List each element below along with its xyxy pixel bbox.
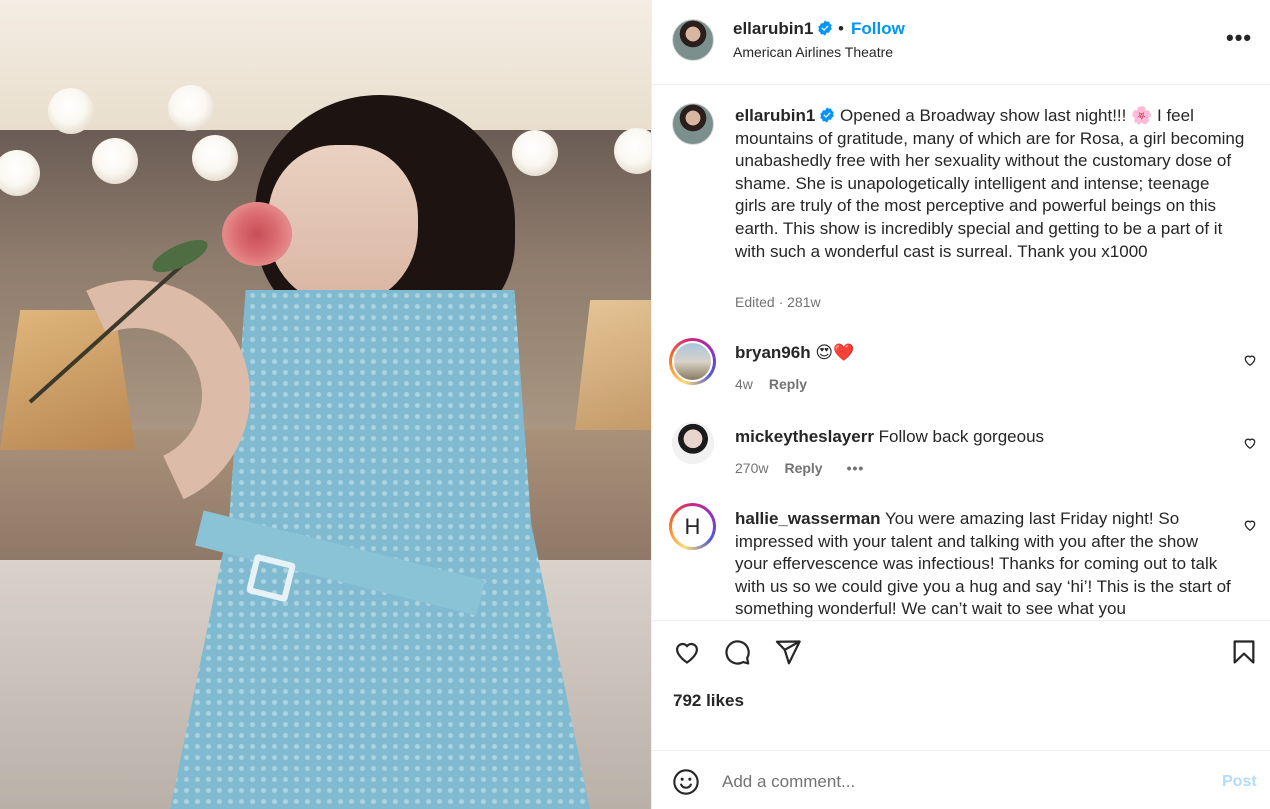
reply-button[interactable]: Reply [784, 460, 822, 476]
post-actions: 792 likes [652, 620, 1270, 750]
verified-icon [820, 107, 835, 123]
commenter-avatar[interactable] [672, 422, 714, 464]
comment-input[interactable] [722, 769, 1192, 795]
vanity-bulb [48, 88, 94, 134]
vanity-bulb [92, 138, 138, 184]
follow-button[interactable]: Follow [851, 19, 905, 39]
comment-age: 270w [735, 460, 769, 476]
like-comment-heart-icon[interactable] [1243, 353, 1257, 367]
comment-body: hallie_wasserman You were amazing last F… [735, 508, 1235, 620]
vanity-bulb [512, 130, 558, 176]
commenter-avatar[interactable] [669, 338, 716, 385]
comment-body: mickeytheslayerr Follow back gorgeous [735, 426, 1235, 449]
bookmark-icon[interactable] [1230, 638, 1258, 666]
emoji-icon[interactable] [672, 768, 700, 796]
separator-dot: • [838, 19, 844, 38]
commenter-avatar[interactable]: H [669, 503, 716, 550]
comment-icon[interactable] [723, 638, 751, 666]
comment-composer: Post [652, 750, 1270, 809]
more-options-icon[interactable]: ••• [1226, 27, 1258, 50]
comment-text: 😍❤️ [815, 343, 855, 362]
comment-username[interactable]: mickeytheslayerr [735, 427, 874, 446]
post-comment-button[interactable]: Post [1222, 773, 1257, 791]
comment-meta: 4w Reply [735, 376, 819, 392]
comment-age: 4w [735, 376, 753, 392]
comment-text: Follow back gorgeous [878, 427, 1045, 446]
like-comment-heart-icon[interactable] [1243, 436, 1257, 450]
likes-count[interactable]: 792 likes [673, 691, 744, 711]
post-caption: ellarubin1 Opened a Broadway show last n… [735, 105, 1245, 263]
vanity-bulb [168, 85, 214, 131]
reply-button[interactable]: Reply [769, 376, 807, 392]
caption-username[interactable]: ellarubin1 [735, 106, 815, 125]
caption-author-avatar[interactable] [672, 103, 714, 145]
comments-list[interactable]: ellarubin1 Opened a Broadway show last n… [652, 86, 1270, 620]
comment-meta: 270w Reply ••• [735, 460, 876, 476]
verified-icon [818, 20, 833, 36]
post-header: ellarubin1 • Follow American Airlines Th… [652, 0, 1270, 85]
author-avatar[interactable] [672, 19, 714, 61]
avatar-letter: H [672, 506, 713, 547]
like-comment-heart-icon[interactable] [1243, 518, 1257, 532]
author-username[interactable]: ellarubin1 [733, 19, 813, 38]
comment-username[interactable]: bryan96h [735, 343, 811, 362]
rose [222, 202, 292, 266]
comment-body: bryan96h 😍❤️ [735, 342, 1235, 365]
caption-text: Opened a Broadway show last night!!! 🌸 I… [735, 106, 1245, 261]
post-image[interactable] [0, 0, 651, 809]
author-username-row: ellarubin1 [733, 19, 833, 39]
share-icon[interactable] [774, 638, 802, 666]
comment-more-icon[interactable]: ••• [847, 460, 865, 476]
post-details-panel: ellarubin1 • Follow American Airlines Th… [651, 0, 1270, 809]
vanity-bulb [192, 135, 238, 181]
comment-username[interactable]: hallie_wasserman [735, 509, 881, 528]
heart-icon[interactable] [673, 638, 701, 666]
post-location[interactable]: American Airlines Theatre [733, 44, 893, 60]
caption-meta: Edited · 281w [735, 294, 821, 310]
